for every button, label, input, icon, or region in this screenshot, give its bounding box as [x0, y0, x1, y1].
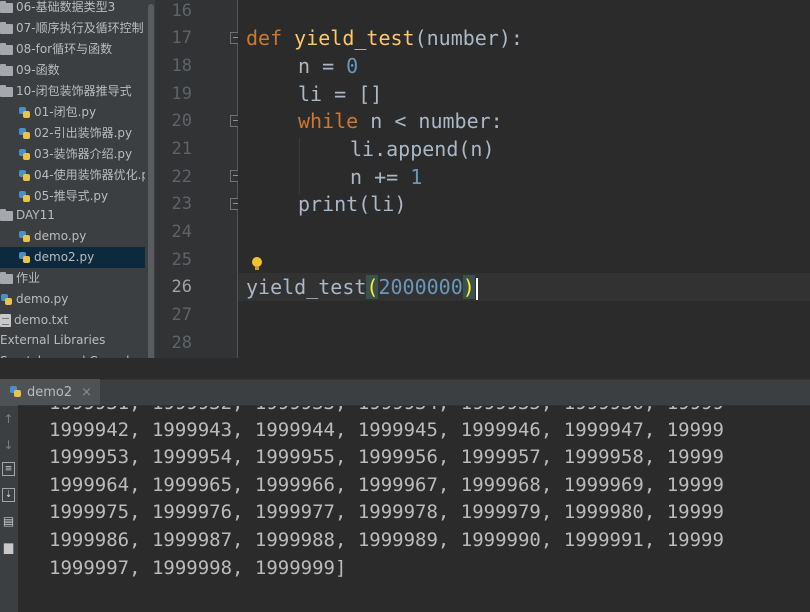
- line-number: 23: [171, 194, 192, 214]
- tree-item-label: 08-for循环与函数: [16, 42, 113, 56]
- scroll-to-end-icon[interactable]: ⇣: [2, 488, 15, 502]
- code-line-21[interactable]: li.append(n): [350, 135, 495, 163]
- python-file-icon: [18, 169, 31, 183]
- code-line-19[interactable]: li = []: [298, 80, 382, 108]
- python-file-icon: [18, 106, 31, 120]
- tree-item-external-libraries[interactable]: External Libraries: [0, 330, 155, 351]
- tree-item-label: 10-闭包装饰器推导式: [16, 84, 132, 98]
- lightbulb-icon[interactable]: [252, 257, 262, 270]
- tree-item-label: 05-推导式.py: [34, 189, 109, 203]
- line-number-current: 26: [171, 277, 192, 297]
- tree-item-label: demo2.py: [34, 250, 95, 264]
- tree-item-day11[interactable]: DAY11: [0, 205, 155, 226]
- code-line-23[interactable]: print(li): [298, 190, 406, 218]
- line-number: 20: [171, 111, 192, 131]
- code-line-17[interactable]: def yield_test(number):: [246, 24, 523, 52]
- output-line: 1999986, 1999987, 1999988, 1999989, 1999…: [49, 529, 724, 551]
- tree-scrollbar-thumb[interactable]: [148, 4, 154, 370]
- soft-wrap-icon[interactable]: ≡: [2, 462, 15, 476]
- tree-item-label: demo.txt: [14, 313, 69, 327]
- close-icon[interactable]: ×: [81, 385, 92, 400]
- line-number: 24: [171, 222, 192, 242]
- tree-item-label: demo.py: [34, 229, 87, 243]
- folder-icon: [0, 21, 13, 34]
- tree-item-homework[interactable]: 作业: [0, 268, 155, 289]
- python-file-icon: [18, 190, 31, 204]
- code-line-20[interactable]: while n < number:: [298, 107, 503, 135]
- tree-item-file[interactable]: 05-推导式.py: [0, 186, 155, 207]
- tree-item-07[interactable]: 07-顺序执行及循环控制: [0, 18, 155, 39]
- tree-item-file[interactable]: 02-引出装饰器.py: [0, 123, 155, 144]
- folder-icon: [0, 42, 13, 55]
- code-line-18[interactable]: n = 0: [298, 52, 358, 80]
- line-number: 25: [171, 250, 192, 270]
- python-file-icon: [0, 293, 13, 307]
- panel-splitter[interactable]: [0, 358, 810, 379]
- python-file-icon: [18, 127, 31, 141]
- tree-item-06[interactable]: 06-基础数据类型3: [0, 0, 155, 18]
- folder-icon: [0, 63, 13, 76]
- tree-item-file[interactable]: demo.py: [0, 289, 155, 310]
- tree-item-label: demo.py: [16, 292, 69, 306]
- line-number: 27: [171, 305, 192, 325]
- tree-item-label: 03-装饰器介绍.py: [34, 147, 133, 161]
- line-number: 18: [171, 56, 192, 76]
- line-number: 28: [171, 333, 192, 353]
- line-number: 19: [171, 84, 192, 104]
- tree-item-file[interactable]: 03-装饰器介绍.py: [0, 144, 155, 165]
- project-tree: 06-基础数据类型3 07-顺序执行及循环控制 08-for循环与函数 09-函…: [0, 0, 155, 379]
- run-tab-bar-bg: [18, 379, 810, 406]
- indent-guide: [299, 138, 300, 194]
- arrow-up-icon[interactable]: ↑: [2, 412, 15, 426]
- tree-item-label: External Libraries: [0, 333, 106, 347]
- output-line: 1999997, 1999998, 1999999]: [49, 557, 347, 579]
- text-caret: [475, 277, 478, 300]
- tree-item-label: 09-函数: [16, 63, 60, 77]
- print-icon[interactable]: ▤: [2, 514, 15, 528]
- tree-item-file[interactable]: demo.py: [0, 226, 155, 247]
- folder-icon: [0, 271, 13, 284]
- output-line: 1999964, 1999965, 1999966, 1999967, 1999…: [49, 474, 724, 496]
- output-line: 1999975, 1999976, 1999977, 1999978, 1999…: [49, 501, 724, 523]
- trash-icon[interactable]: ▆: [2, 540, 15, 554]
- code-line-26[interactable]: yield_test(2000000): [246, 273, 478, 301]
- tree-item-label: 04-使用装饰器优化.py: [34, 168, 155, 182]
- python-file-icon: [9, 385, 22, 399]
- line-number: 22: [171, 167, 192, 187]
- text-file-icon: [0, 314, 11, 327]
- line-number: 16: [171, 1, 192, 21]
- tree-item-label: DAY11: [16, 208, 55, 222]
- tree-item-label: 02-引出装饰器.py: [34, 126, 133, 140]
- output-line: 1999942, 1999943, 1999944, 1999945, 1999…: [49, 419, 724, 441]
- python-file-icon: [18, 230, 31, 244]
- folder-icon: [0, 84, 13, 97]
- folder-icon: [0, 0, 13, 13]
- run-toolbar: ↑ ↓ ≡ ⇣ ▤ ▆: [0, 406, 18, 612]
- tree-item-label: 01-闭包.py: [34, 105, 97, 119]
- line-number: 21: [171, 139, 192, 159]
- tree-item-selected-file[interactable]: demo2.py: [0, 247, 155, 268]
- tree-item-file[interactable]: 04-使用装饰器优化.py: [0, 165, 155, 186]
- code-line-22[interactable]: n += 1: [350, 163, 422, 191]
- python-file-icon: [18, 251, 31, 265]
- python-file-icon: [18, 148, 31, 162]
- output-line: 1999953, 1999954, 1999955, 1999956, 1999…: [49, 446, 724, 468]
- tree-item-file[interactable]: demo.txt: [0, 310, 155, 331]
- run-tab-label: demo2: [27, 384, 73, 400]
- tree-item-10[interactable]: 10-闭包装饰器推导式: [0, 81, 155, 102]
- run-tab-front[interactable]: demo2 ×: [0, 379, 101, 405]
- tree-item-08[interactable]: 08-for循环与函数: [0, 39, 155, 60]
- tree-item-label: 06-基础数据类型3: [16, 0, 116, 14]
- tree-item-label: 作业: [16, 271, 41, 285]
- tree-item-label: 07-顺序执行及循环控制: [16, 21, 144, 35]
- arrow-down-icon[interactable]: ↓: [2, 438, 15, 452]
- folder-icon: [0, 208, 13, 221]
- tree-item-file[interactable]: 01-闭包.py: [0, 102, 155, 123]
- line-number: 17: [171, 28, 192, 48]
- tree-item-09[interactable]: 09-函数: [0, 60, 155, 81]
